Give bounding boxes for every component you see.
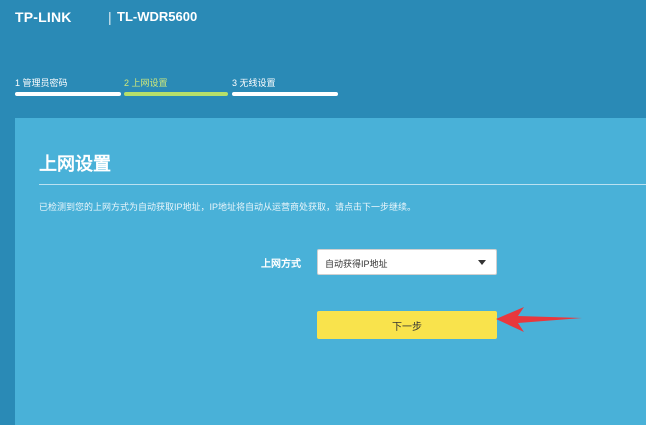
step-label: 2 上网设置 bbox=[124, 78, 168, 88]
title-divider bbox=[39, 184, 646, 185]
step-admin-password[interactable]: 1 管理员密码 bbox=[15, 76, 121, 96]
annotation-arrow-icon bbox=[496, 307, 582, 332]
detection-description: 已检测到您的上网方式为自动获取IP地址，IP地址将自动从运营商处获取，请点击下一… bbox=[39, 202, 417, 212]
top-header: TP-LINK | TL-WDR5600 bbox=[0, 0, 646, 34]
header-separator: | bbox=[108, 9, 112, 25]
connection-type-value: 自动获得IP地址 bbox=[325, 259, 388, 269]
step-label: 3 无线设置 bbox=[232, 78, 276, 88]
step-wireless-settings[interactable]: 3 无线设置 bbox=[232, 76, 338, 96]
connection-type-label: 上网方式 bbox=[261, 259, 301, 270]
step-internet-settings[interactable]: 2 上网设置 bbox=[124, 76, 228, 96]
page-title: 上网设置 bbox=[39, 154, 111, 174]
settings-panel: 上网设置 已检测到您的上网方式为自动获取IP地址，IP地址将自动从运营商处获取，… bbox=[15, 118, 646, 425]
step-label: 1 管理员密码 bbox=[15, 78, 68, 88]
connection-type-select[interactable]: 自动获得IP地址 bbox=[317, 249, 497, 275]
brand-logo: TP-LINK bbox=[15, 9, 72, 25]
chevron-down-icon bbox=[478, 260, 486, 265]
step-progress-bar bbox=[232, 92, 338, 96]
step-progress-bar bbox=[124, 92, 228, 96]
model-name: TL-WDR5600 bbox=[117, 9, 198, 24]
next-button[interactable]: 下一步 bbox=[317, 311, 497, 339]
setup-steps: 1 管理员密码 2 上网设置 3 无线设置 bbox=[0, 76, 646, 98]
step-progress-bar bbox=[15, 92, 121, 96]
